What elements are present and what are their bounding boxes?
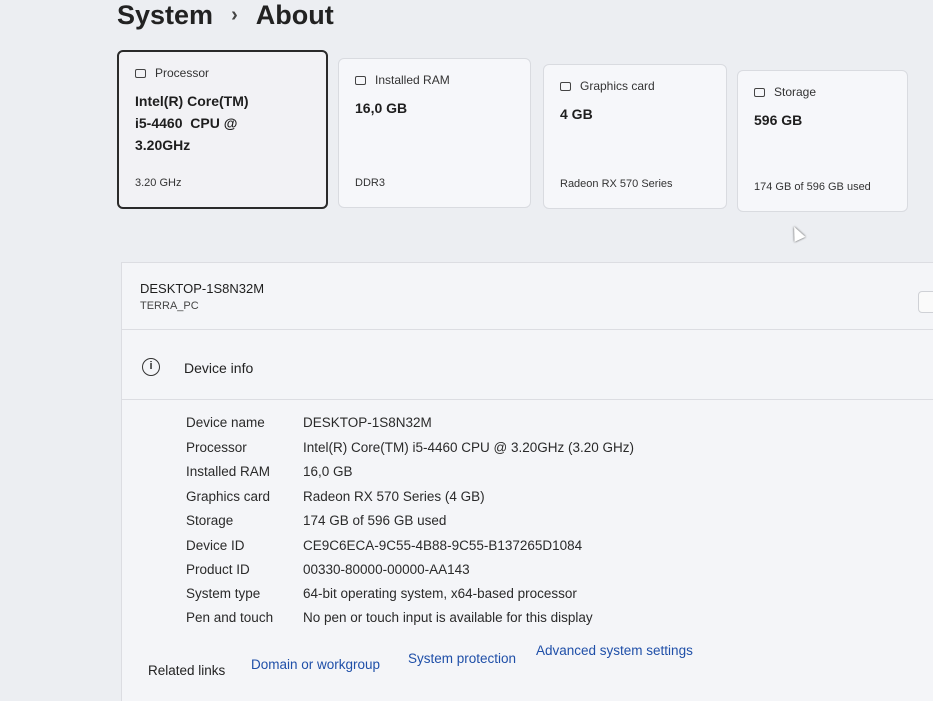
card-header: Installed RAM — [355, 73, 450, 87]
rename-pc-button[interactable] — [918, 291, 933, 313]
card-header: Storage — [754, 85, 816, 99]
graphics-card-card[interactable]: Graphics card 4 GB Radeon RX 570 Series — [543, 64, 727, 209]
spec-key: Pen and touch — [186, 610, 274, 625]
graphics-card-icon — [560, 81, 571, 91]
advanced-system-settings-link[interactable]: Advanced system settings — [536, 643, 693, 658]
card-value: 4 GB — [560, 106, 593, 122]
spec-key: System type — [186, 586, 261, 601]
spec-value: 174 GB of 596 GB used — [303, 513, 447, 528]
spec-value: No pen or touch input is available for t… — [303, 610, 593, 625]
breadcrumb-parent[interactable]: System — [117, 0, 213, 30]
card-value-line: Intel(R) Core(TM) — [135, 93, 249, 109]
processor-icon — [135, 68, 146, 78]
spec-value: DESKTOP-1S8N32M — [303, 415, 432, 430]
device-info-title: Device info — [184, 360, 254, 376]
breadcrumb-current: About — [255, 0, 334, 30]
spec-value: CE9C6ECA-9C55-4B88-9C55-B137265D1084 — [303, 538, 583, 553]
system-protection-link[interactable]: System protection — [408, 651, 516, 666]
card-title: Installed RAM — [375, 73, 450, 87]
card-title: Graphics card — [580, 79, 655, 93]
spec-key: Storage — [186, 513, 234, 528]
device-info-header[interactable]: i Device info — [122, 330, 933, 404]
spec-value: 16,0 GB — [303, 464, 353, 479]
page-title: System › About — [117, 0, 334, 31]
spec-key: Processor — [186, 440, 247, 455]
mouse-cursor-icon — [788, 224, 806, 242]
card-subtitle: Radeon RX 570 Series — [560, 178, 673, 190]
card-value-line: i5-4460 CPU @ — [135, 115, 238, 131]
spec-value: 64-bit operating system, x64-based proce… — [303, 586, 577, 601]
info-icon: i — [142, 358, 160, 376]
domain-or-workgroup-link[interactable]: Domain or workgroup — [251, 657, 380, 672]
card-subtitle: 3.20 GHz — [135, 177, 182, 189]
card-value: Intel(R) Core(TM) i5-4460 CPU @ 3.20GHz — [135, 90, 249, 156]
spec-value: 00330-80000-00000-AA143 — [303, 562, 470, 577]
card-value: 16,0 GB — [355, 100, 408, 116]
card-subtitle: DDR3 — [355, 177, 385, 189]
card-header: Processor — [135, 66, 209, 80]
spec-key: Product ID — [186, 562, 250, 577]
related-links-label: Related links — [148, 663, 226, 678]
device-name-heading: DESKTOP-1S8N32M — [140, 281, 265, 296]
card-subtitle: 174 GB of 596 GB used — [754, 181, 871, 193]
card-header: Graphics card — [560, 79, 655, 93]
card-value-line: 3.20GHz — [135, 137, 191, 153]
installed-ram-card[interactable]: Installed RAM 16,0 GB DDR3 — [338, 58, 531, 208]
spec-value: Radeon RX 570 Series (4 GB) — [303, 489, 485, 504]
spec-value: Intel(R) Core(TM) i5-4460 CPU @ 3.20GHz … — [303, 440, 635, 455]
divider — [122, 399, 933, 400]
device-model: TERRA_PC — [140, 300, 199, 312]
breadcrumb-separator: › — [231, 4, 238, 26]
spec-key: Graphics card — [186, 489, 271, 504]
card-title: Storage — [774, 85, 817, 99]
storage-card[interactable]: Storage 596 GB 174 GB of 596 GB used — [737, 70, 908, 212]
ram-icon — [355, 75, 366, 85]
spec-key: Device ID — [186, 538, 245, 553]
storage-icon — [754, 87, 765, 97]
card-title: Processor — [155, 66, 210, 80]
device-panel: DESKTOP-1S8N32M TERRA_PC i Device info D… — [121, 262, 933, 701]
processor-card[interactable]: Processor Intel(R) Core(TM) i5-4460 CPU … — [117, 50, 328, 209]
card-value: 596 GB — [754, 112, 803, 128]
spec-key: Device name — [186, 415, 265, 430]
spec-key: Installed RAM — [186, 464, 271, 479]
